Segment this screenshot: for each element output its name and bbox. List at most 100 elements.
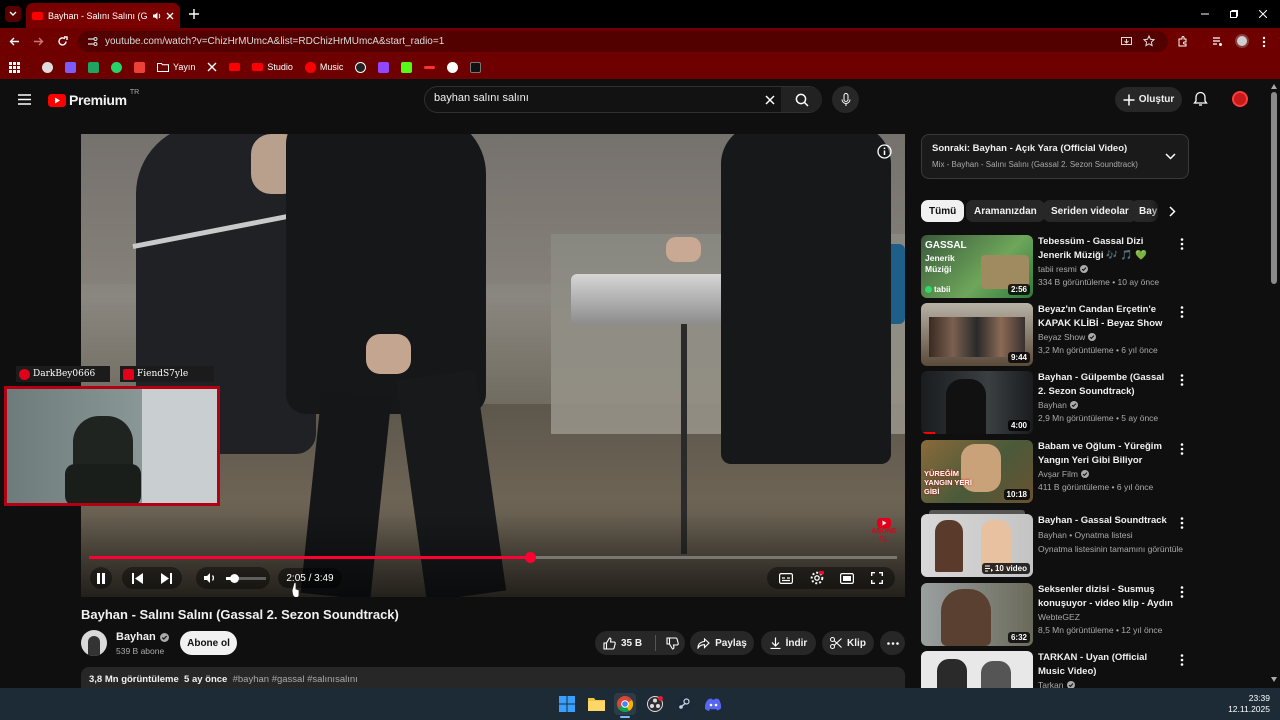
notifications-bell-icon[interactable]	[1193, 91, 1208, 107]
video-thumbnail[interactable]: GASSAL Jenerik Müziği tabii 2:56	[921, 235, 1033, 298]
video-thumbnail[interactable]: 4:00	[921, 371, 1033, 434]
scrollbar-thumb[interactable]	[1271, 92, 1277, 284]
search-button[interactable]	[781, 87, 822, 112]
bookmark-gmail-icon[interactable]	[131, 58, 148, 76]
clip-button[interactable]: Klip	[822, 631, 874, 655]
recommendation-item[interactable]: YÜREĞİM YANGIN YERİ GİBİ 10:18 Babam ve …	[921, 440, 1189, 504]
view-full-playlist[interactable]: Oynatma listesinin tamamını görüntüle	[1038, 544, 1183, 554]
more-vertical-icon[interactable]	[1177, 237, 1187, 251]
subscribe-button[interactable]: Abone ol	[180, 631, 237, 655]
rec-channel[interactable]: Bayhan • Oynatma listesi	[1038, 530, 1133, 540]
chevron-down-icon[interactable]	[1165, 153, 1176, 160]
rec-title[interactable]: Seksenler dizisi - Susmuş konuşuyor - vi…	[1038, 583, 1174, 610]
settings-gear-icon[interactable]	[810, 571, 824, 585]
bookmark-globe-icon[interactable]	[444, 58, 461, 76]
restore-icon[interactable]	[1230, 10, 1238, 18]
bookmark-star-icon[interactable]	[1143, 35, 1155, 47]
bookmark-twitch-icon[interactable]	[375, 58, 392, 76]
install-app-icon[interactable]	[1121, 36, 1132, 47]
channel-avatar-button[interactable]	[1232, 91, 1248, 107]
site-info-icon[interactable]	[87, 36, 98, 47]
bookmark-red-icon[interactable]	[421, 58, 438, 76]
video-thumbnail[interactable]: 10 video	[921, 514, 1033, 577]
bookmark-kick-icon[interactable]	[398, 58, 415, 76]
recommendation-item[interactable]: 9:44 Beyaz'ın Candan Erçetin'e KAPAK KLİ…	[921, 303, 1189, 367]
chevron-right-icon[interactable]	[1169, 206, 1176, 217]
rec-channel[interactable]: Beyaz Show	[1038, 332, 1085, 342]
bookmark-youtube-icon[interactable]	[226, 58, 243, 76]
taskbar-steam[interactable]	[673, 693, 695, 715]
playlist-item[interactable]: 10 video Bayhan - Gassal Soundtrack Bayh…	[921, 510, 1189, 578]
chip-from-search[interactable]: Aramanızdan	[966, 200, 1045, 222]
more-vertical-icon[interactable]	[1177, 442, 1187, 456]
extensions-icon[interactable]	[1177, 36, 1188, 47]
scroll-down-icon[interactable]	[1271, 677, 1277, 682]
bookmark-whatsapp-icon[interactable]	[108, 58, 125, 76]
share-button[interactable]: Paylaş	[690, 631, 754, 655]
fullscreen-icon[interactable]	[870, 572, 883, 584]
speaker-icon[interactable]	[152, 11, 162, 21]
recommendation-item[interactable]: GASSAL Jenerik Müziği tabii 2:56 Tebessü…	[921, 235, 1189, 299]
clear-search-icon[interactable]	[765, 95, 775, 105]
rec-channel[interactable]: Avşar Film	[1038, 469, 1078, 479]
volume-knob[interactable]	[230, 573, 239, 583]
rec-channel[interactable]: Tarkan	[1038, 680, 1064, 688]
recommendation-item[interactable]: TARKAN - Uyan (Official Music Video) Tar…	[921, 651, 1189, 688]
media-control-icon[interactable]	[1212, 36, 1223, 47]
chip-all[interactable]: Tümü	[921, 200, 965, 222]
video-thumbnail[interactable]	[921, 651, 1033, 688]
bookmark-chrome-icon[interactable]	[39, 58, 56, 76]
like-count[interactable]: 35 B	[621, 638, 642, 649]
search-box[interactable]: bayhan salını salını	[424, 86, 822, 113]
voice-search-button[interactable]	[832, 86, 859, 113]
theater-mode-icon[interactable]	[840, 572, 855, 584]
taskbar-chrome[interactable]	[614, 693, 636, 715]
bookmark-studio[interactable]: Studio	[249, 58, 296, 76]
channel-avatar[interactable]	[81, 630, 107, 656]
close-window-icon[interactable]	[1259, 10, 1267, 18]
next-icon[interactable]	[161, 572, 172, 584]
taskbar-file-explorer[interactable]	[585, 693, 607, 715]
close-tab-icon[interactable]	[166, 12, 174, 20]
forward-arrow-icon[interactable]	[33, 36, 44, 47]
progress-bar[interactable]	[89, 552, 897, 563]
subtitles-icon[interactable]	[779, 572, 794, 584]
hamburger-menu-icon[interactable]	[18, 94, 31, 105]
rec-title[interactable]: Bayhan - Gassal Soundtrack	[1038, 514, 1174, 528]
video-thumbnail[interactable]: 9:44	[921, 303, 1033, 366]
rec-title[interactable]: TARKAN - Uyan (Official Music Video)	[1038, 651, 1174, 678]
back-arrow-icon[interactable]	[9, 36, 20, 47]
url-field[interactable]: youtube.com/watch?v=ChizHrMUmcA&list=RDC…	[78, 31, 1168, 52]
rec-title[interactable]: Beyaz'ın Candan Erçetin'e KAPAK KLİBİ - …	[1038, 303, 1174, 330]
browser-tab-active[interactable]: Bayhan - Salını Salını (Gass…	[26, 3, 180, 28]
system-clock[interactable]: 23:39 12.11.2025	[1222, 693, 1270, 715]
rec-title[interactable]: Tebessüm - Gassal Dizi Jenerik Müziği 🎶 …	[1038, 235, 1174, 262]
scroll-up-icon[interactable]	[1271, 84, 1277, 89]
rec-title[interactable]: Bayhan - Gülpembe (Gassal 2. Sezon Sound…	[1038, 371, 1174, 398]
profile-avatar[interactable]	[1235, 34, 1249, 48]
dislike-thumb-icon[interactable]	[666, 636, 679, 650]
bookmark-sheets-icon[interactable]	[85, 58, 102, 76]
subscribe-watermark[interactable]: ABONE OL	[869, 518, 899, 548]
download-button[interactable]: İndir	[761, 631, 816, 655]
reload-icon[interactable]	[57, 36, 68, 47]
chip-series-videos[interactable]: Seriden videolar	[1043, 200, 1137, 222]
more-vertical-icon[interactable]	[1177, 653, 1187, 667]
bookmark-music[interactable]: Music	[302, 58, 347, 76]
start-button[interactable]	[556, 693, 578, 715]
more-vertical-icon[interactable]	[1177, 516, 1187, 530]
video-thumbnail[interactable]: 6:32	[921, 583, 1033, 646]
more-vertical-icon[interactable]	[1177, 585, 1187, 599]
rec-channel[interactable]: Bayhan	[1038, 400, 1067, 410]
bookmark-vpn-icon[interactable]	[62, 58, 79, 76]
recommendation-item[interactable]: 4:00 Bayhan - Gülpembe (Gassal 2. Sezon …	[921, 371, 1189, 435]
create-button[interactable]: Oluştur	[1115, 87, 1182, 112]
more-vertical-icon[interactable]	[1177, 373, 1187, 387]
rec-title[interactable]: Babam ve Oğlum - Yüreğim Yangın Yeri Gib…	[1038, 440, 1174, 467]
taskbar-obs[interactable]	[644, 693, 666, 715]
up-next-card[interactable]: Sonraki: Bayhan - Açık Yara (Official Vi…	[921, 134, 1189, 179]
bookmark-github-icon[interactable]	[352, 58, 369, 76]
tab-search-button[interactable]	[5, 6, 21, 22]
bookmark-folder-yayin[interactable]: Yayın	[154, 58, 198, 76]
more-actions-button[interactable]	[880, 631, 905, 655]
